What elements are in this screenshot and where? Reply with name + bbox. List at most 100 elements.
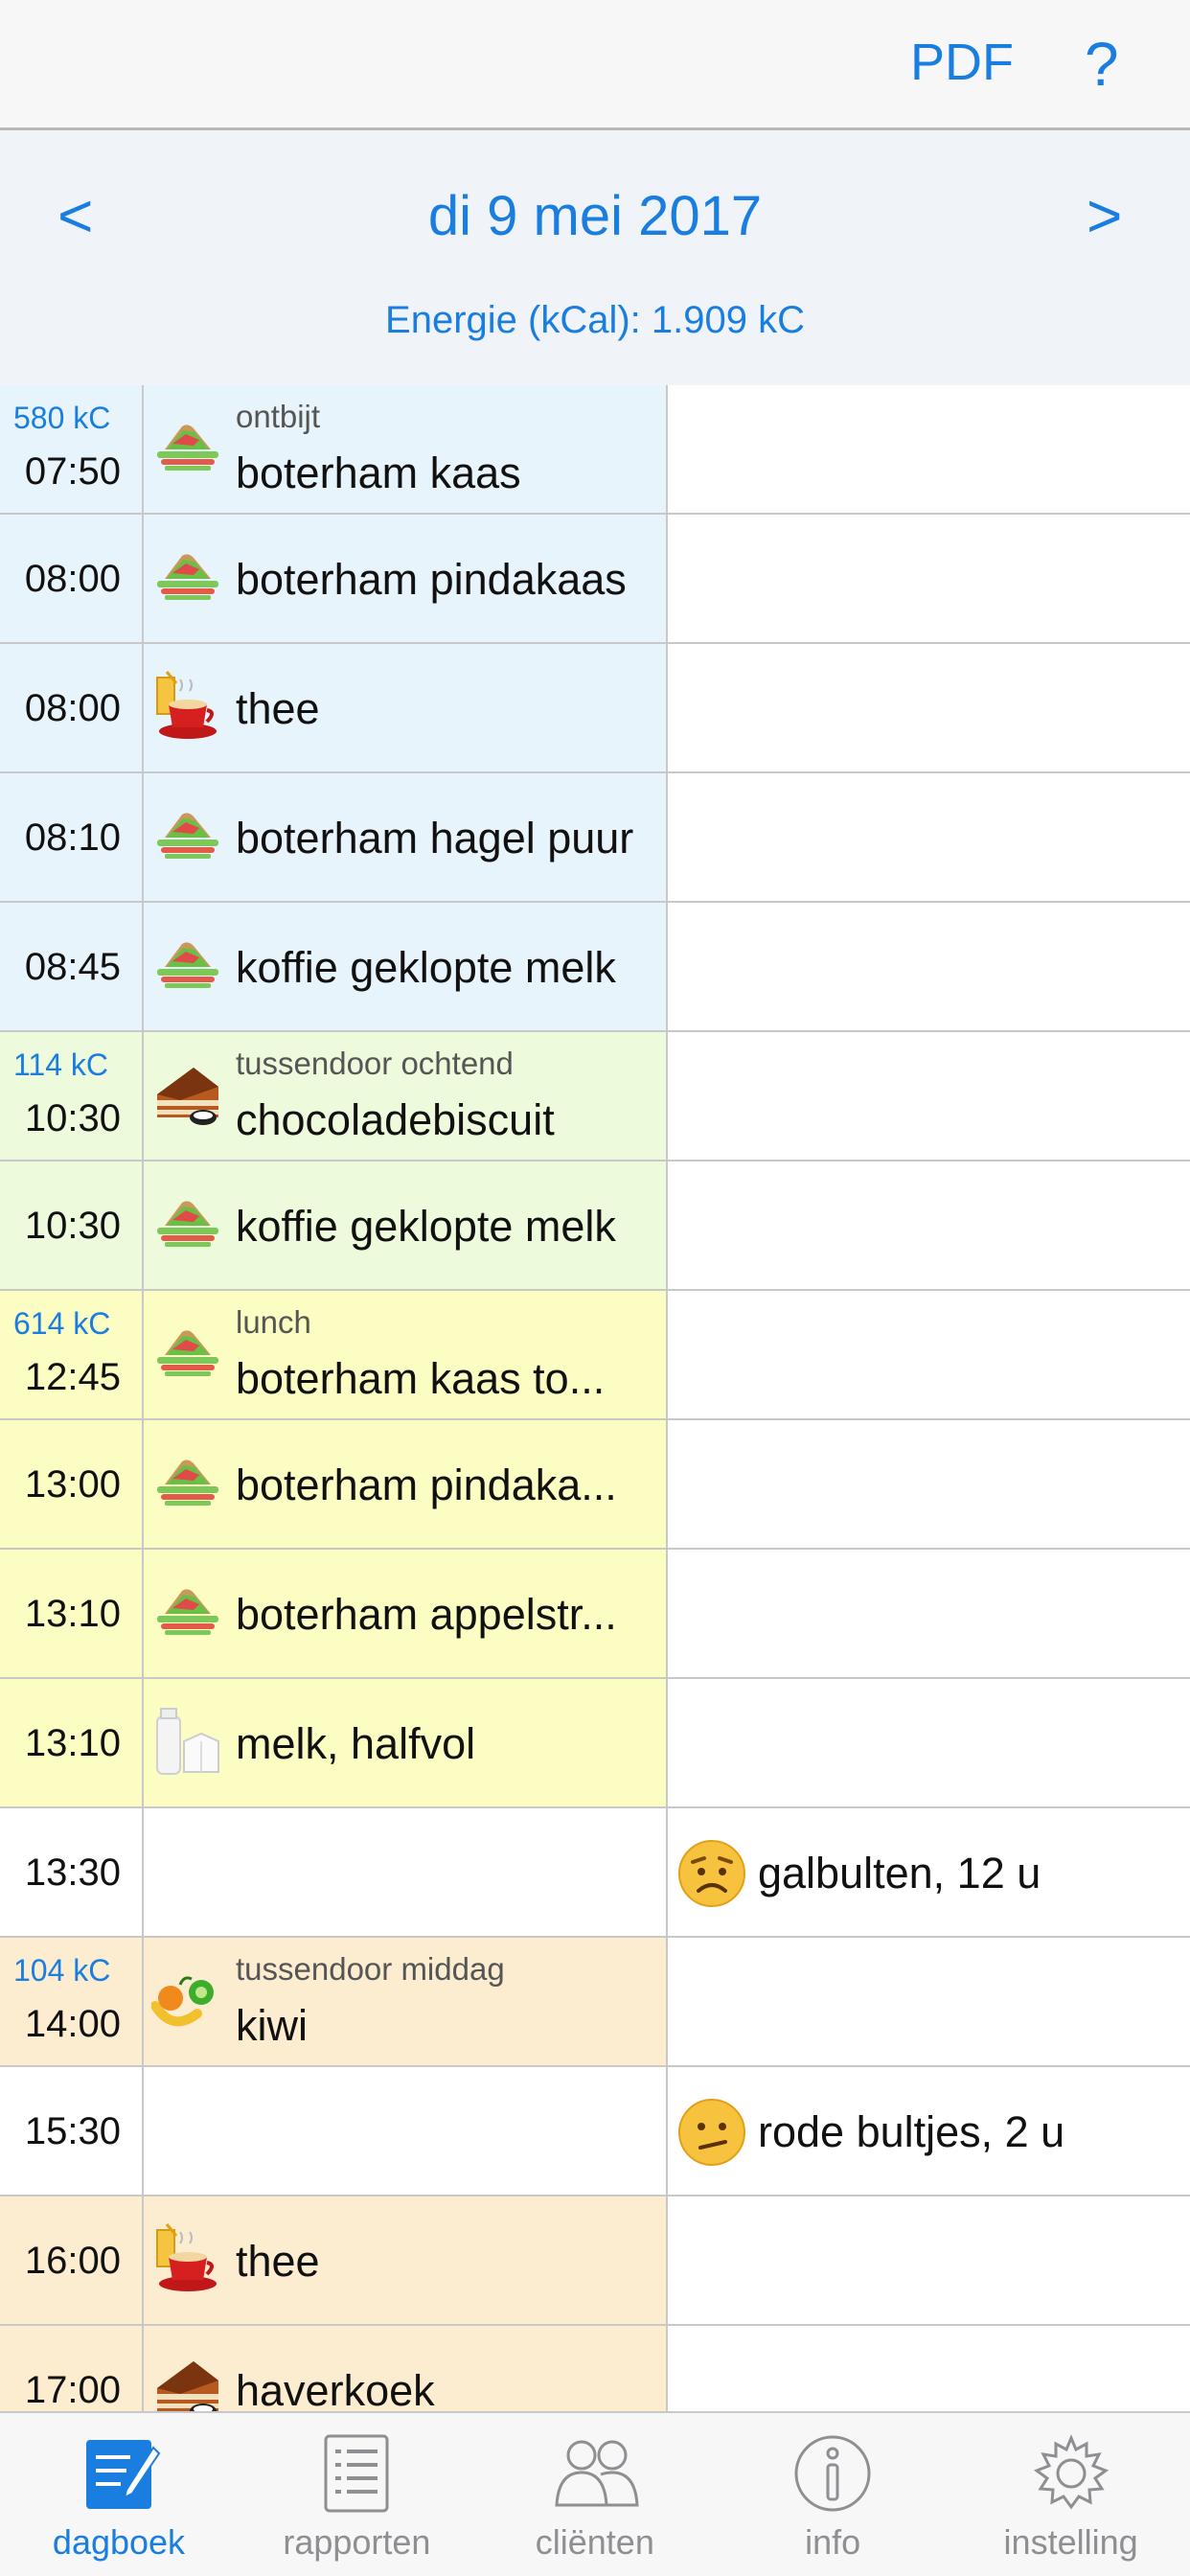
food-entry-row[interactable]: 104 kC 14:00 tussendoor middag kiwi	[0, 1938, 1190, 2067]
symptom-cell	[668, 1291, 1190, 1418]
worried-face-icon	[677, 1839, 746, 1908]
sandwich-icon	[151, 799, 224, 872]
meal-kcal: 114 kC	[13, 1047, 109, 1082]
tab-label: info	[805, 2522, 861, 2562]
entry-time: 16:00	[24, 2240, 121, 2282]
pdf-button[interactable]: PDF	[910, 33, 1014, 92]
food-cell: boterham hagel puur	[144, 773, 668, 901]
food-entry-row[interactable]: 614 kC 12:45 lunch boterham kaas to...	[0, 1291, 1190, 1420]
symptom-row[interactable]: 15:30 rode bultjes, 2 u	[0, 2067, 1190, 2196]
food-name: haverkoek	[236, 2366, 435, 2411]
symptom-cell	[668, 385, 1190, 513]
milk-icon	[151, 1705, 224, 1778]
food-entry-row[interactable]: 580 kC 07:50 ontbijt boterham kaas	[0, 385, 1190, 515]
food-cell	[144, 2067, 668, 2195]
tab-clienten[interactable]: cliënten	[476, 2413, 714, 2576]
meal-kcal: 104 kC	[13, 1953, 111, 1988]
food-cell: thee	[144, 2196, 668, 2324]
entry-time: 13:10	[24, 1593, 121, 1635]
time-cell: 13:00	[0, 1420, 144, 1548]
time-cell: 08:00	[0, 644, 144, 771]
tab-dagboek[interactable]: dagboek	[0, 2413, 238, 2576]
day-navigation: < di 9 mei 2017 > Energie (kCal): 1.909 …	[0, 130, 1190, 385]
tab-instelling[interactable]: instelling	[952, 2413, 1190, 2576]
entry-time: 15:30	[24, 2110, 121, 2152]
meal-type-label: lunch	[236, 1304, 311, 1340]
symptom-cell	[668, 1550, 1190, 1677]
tab-label: dagboek	[52, 2522, 186, 2562]
entry-time: 13:10	[24, 1722, 121, 1764]
sandwich-icon	[151, 1576, 224, 1648]
entry-time: 08:00	[24, 687, 121, 729]
symptom-cell	[668, 903, 1190, 1030]
meal-type-label: ontbijt	[236, 399, 321, 434]
food-entry-row[interactable]: 16:00 thee	[0, 2196, 1190, 2326]
symptom-cell	[668, 2326, 1190, 2411]
food-entry-row[interactable]: 13:10 melk, halfvol	[0, 1679, 1190, 1808]
food-entry-row[interactable]: 08:00 boterham pindakaas	[0, 515, 1190, 644]
food-entry-row[interactable]: 13:10 boterham appelstr...	[0, 1550, 1190, 1679]
food-name: koffie geklopte melk	[236, 1202, 616, 1251]
entry-time: 13:00	[24, 1463, 121, 1506]
settings-icon	[1025, 2430, 1117, 2517]
time-cell: 13:10	[0, 1550, 144, 1677]
sandwich-icon	[151, 1317, 224, 1390]
food-entry-row[interactable]: 08:00 thee	[0, 644, 1190, 773]
food-cell: boterham pindakaas	[144, 515, 668, 642]
food-cell	[144, 1808, 668, 1936]
food-name: boterham appelstr...	[236, 1590, 617, 1639]
symptom-cell	[668, 2196, 1190, 2324]
food-entry-row[interactable]: 114 kC 10:30 tussendoor ochtend chocoladebi…	[0, 1032, 1190, 1162]
food-name: melk, halfvol	[236, 1719, 476, 1768]
food-entry-row[interactable]: 08:10 boterham hagel puur	[0, 773, 1190, 903]
sandwich-icon	[151, 411, 224, 484]
food-entry-row[interactable]: 10:30 koffie geklopte melk	[0, 1162, 1190, 1291]
symptom-row[interactable]: 13:30 galbulten, 12 u	[0, 1808, 1190, 1938]
fruit-icon	[151, 1964, 224, 2036]
meal-kcal: 580 kC	[13, 401, 111, 435]
current-date: di 9 mei 2017	[427, 185, 763, 247]
meal-type-label: tussendoor middag	[236, 1951, 505, 1987]
entry-time: 08:45	[24, 946, 121, 988]
entry-time: 10:30	[24, 1097, 121, 1139]
time-cell: 104 kC 14:00	[0, 1938, 144, 2065]
symptom-cell	[668, 1032, 1190, 1160]
food-name: boterham pindaka...	[236, 1460, 617, 1509]
time-cell: 10:30	[0, 1162, 144, 1289]
entry-time: 17:00	[24, 2369, 121, 2411]
time-cell: 614 kC 12:45	[0, 1291, 144, 1418]
symptom-cell: rode bultjes, 2 u	[668, 2067, 1190, 2195]
time-cell: 16:00	[0, 2196, 144, 2324]
help-button[interactable]: ?	[1085, 29, 1119, 100]
entry-time: 08:00	[24, 558, 121, 600]
tab-info[interactable]: info	[714, 2413, 951, 2576]
sandwich-icon	[151, 540, 224, 613]
time-cell: 17:00	[0, 2326, 144, 2411]
food-entry-row[interactable]: 17:00 haverkoek	[0, 2326, 1190, 2411]
diary-list: 580 kC 07:50 ontbijt boterham kaas 08:00 bote…	[0, 385, 1190, 2411]
tab-rapporten[interactable]: rapporten	[238, 2413, 475, 2576]
symptom-cell	[668, 773, 1190, 901]
drink-icon	[151, 670, 224, 743]
tab-label: cliënten	[535, 2522, 654, 2562]
food-cell: melk, halfvol	[144, 1679, 668, 1806]
food-name: boterham kaas to...	[236, 1354, 606, 1403]
drink-icon	[151, 2222, 224, 2295]
cake-icon	[151, 2352, 224, 2411]
symptom-text: galbulten, 12 u	[758, 1849, 1041, 1898]
symptom-text: rode bultjes, 2 u	[758, 2107, 1065, 2156]
next-day-button[interactable]: >	[1087, 180, 1122, 251]
food-name: thee	[236, 684, 320, 733]
tab-label: instelling	[1003, 2522, 1138, 2562]
symptom-cell	[668, 1162, 1190, 1289]
meal-kcal: 614 kC	[13, 1306, 111, 1341]
time-cell: 13:10	[0, 1679, 144, 1806]
diary-icon	[73, 2430, 165, 2517]
entry-time: 07:50	[24, 450, 121, 493]
food-cell: thee	[144, 644, 668, 771]
food-entry-row[interactable]: 08:45 koffie geklopte melk	[0, 903, 1190, 1032]
symptom-cell: galbulten, 12 u	[668, 1808, 1190, 1936]
food-cell: tussendoor middag kiwi	[144, 1938, 668, 2065]
food-entry-row[interactable]: 13:00 boterham pindaka...	[0, 1420, 1190, 1550]
food-cell: tussendoor ochtend chocoladebiscuit	[144, 1032, 668, 1160]
